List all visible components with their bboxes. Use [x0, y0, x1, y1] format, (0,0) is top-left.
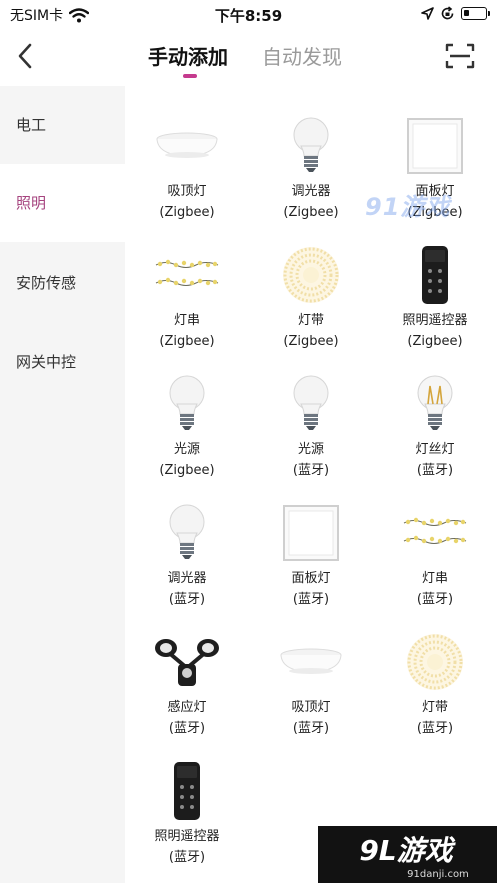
device-card[interactable]: 光源 (蓝牙) — [249, 344, 373, 478]
ceiling-light-icon — [125, 116, 249, 176]
device-card[interactable]: 照明遥控器 (蓝牙) — [125, 731, 249, 865]
device-card[interactable]: 照明遥控器 (Zigbee) — [373, 215, 497, 349]
tab-manual-add[interactable]: 手动添加 — [148, 42, 228, 72]
scan-icon — [445, 43, 475, 69]
rotation-lock-icon — [441, 6, 454, 20]
device-protocol: (蓝牙) — [292, 721, 330, 736]
top-nav: 手动添加 自动发现 — [0, 28, 497, 86]
device-name: 光源 — [297, 442, 324, 457]
device-name: 吸顶灯 — [291, 700, 331, 715]
ceiling-light-icon — [249, 632, 373, 692]
device-card[interactable]: 调光器 (Zigbee) — [249, 86, 373, 220]
device-card[interactable]: 灯串 (Zigbee) — [125, 215, 249, 349]
remote-control-icon — [125, 761, 249, 821]
back-button[interactable] — [12, 40, 42, 72]
bulb-icon — [125, 374, 249, 434]
chevron-left-icon — [18, 43, 32, 69]
device-card[interactable]: 灯丝灯 (蓝牙) — [373, 344, 497, 478]
device-name: 灯串 — [421, 571, 448, 586]
panel-light-icon — [373, 116, 497, 176]
device-card[interactable]: 灯带 (Zigbee) — [249, 215, 373, 349]
string-light-icon — [373, 503, 497, 563]
device-name: 照明遥控器 — [154, 829, 220, 844]
device-card[interactable]: 吸顶灯 (蓝牙) — [249, 602, 373, 736]
motion-sensor-light-icon — [125, 632, 249, 692]
filament-bulb-icon — [373, 374, 497, 434]
battery-icon — [461, 7, 490, 20]
device-name: 照明遥控器 — [402, 313, 468, 328]
sidebar-item-security-sensor[interactable]: 安防传感 — [0, 244, 125, 322]
active-tab-indicator — [183, 74, 197, 78]
panel-light-icon — [249, 503, 373, 563]
category-sidebar: 电工 照明 安防传感 网关中控 — [0, 86, 125, 883]
watermark-text: 91游戏 — [365, 193, 451, 221]
device-name: 感应灯 — [167, 700, 207, 715]
status-right — [421, 6, 490, 21]
tab-auto-discover[interactable]: 自动发现 — [262, 42, 342, 72]
sidebar-item-electrician[interactable]: 电工 — [0, 86, 125, 164]
sidebar-item-lighting[interactable]: 照明 — [0, 164, 125, 242]
sidebar-item-gateway-hub[interactable]: 网关中控 — [0, 323, 125, 401]
svg-text:91danji.com: 91danji.com — [407, 869, 469, 880]
device-name: 灯串 — [173, 313, 200, 328]
device-card[interactable]: 感应灯 (蓝牙) — [125, 602, 249, 736]
device-name: 灯带 — [297, 313, 324, 328]
device-name: 光源 — [173, 442, 200, 457]
remote-control-icon — [373, 245, 497, 305]
status-bar: 无SIM卡 下午8:59 — [0, 0, 497, 28]
watermark-logo: 9L游戏 91danji.com — [318, 826, 497, 883]
device-name: 调光器 — [167, 571, 207, 586]
scan-button[interactable] — [445, 42, 475, 70]
light-strip-icon — [373, 632, 497, 692]
device-name: 面板灯 — [291, 571, 331, 586]
bulb-icon — [125, 503, 249, 563]
device-card[interactable]: 吸顶灯 (Zigbee) — [125, 86, 249, 220]
device-name: 吸顶灯 — [167, 184, 207, 199]
device-protocol: (蓝牙) — [168, 850, 206, 865]
device-name: 调光器 — [291, 184, 331, 199]
device-card[interactable]: 面板灯 (蓝牙) — [249, 473, 373, 607]
device-protocol: (蓝牙) — [416, 721, 454, 736]
location-arrow-icon — [421, 7, 434, 20]
device-card[interactable]: 灯带 (蓝牙) — [373, 602, 497, 736]
light-strip-icon — [249, 245, 373, 305]
bulb-icon — [249, 374, 373, 434]
device-name: 灯带 — [421, 700, 448, 715]
device-card[interactable]: 调光器 (蓝牙) — [125, 473, 249, 607]
device-card[interactable]: 光源 (Zigbee) — [125, 344, 249, 478]
string-light-icon — [125, 245, 249, 305]
device-name: 灯丝灯 — [415, 442, 455, 457]
svg-text:9L游戏: 9L游戏 — [359, 834, 456, 867]
device-card[interactable]: 灯串 (蓝牙) — [373, 473, 497, 607]
battery-level-fill — [464, 10, 469, 16]
bulb-icon — [249, 116, 373, 176]
